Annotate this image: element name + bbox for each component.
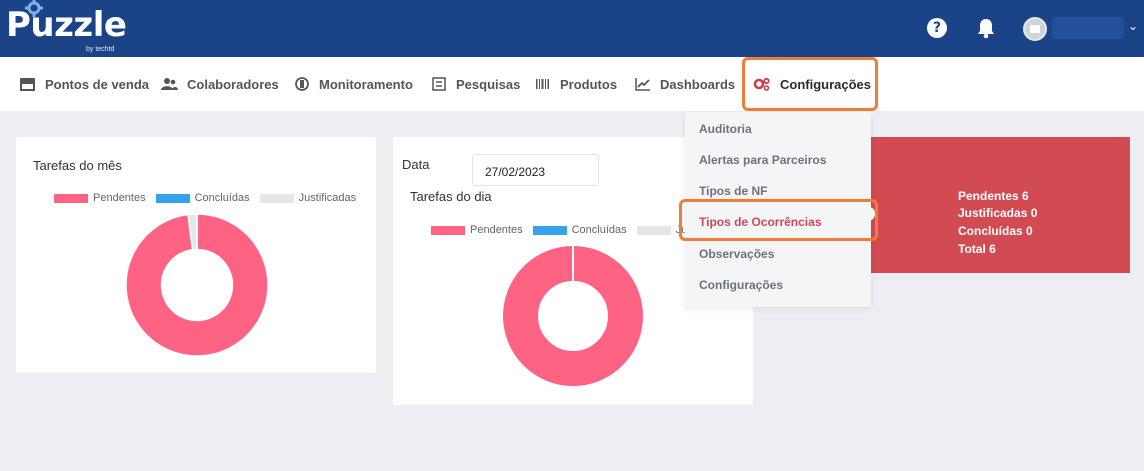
menu-item-tipos-nf[interactable]: Tipos de NF (699, 184, 767, 198)
legend-item[interactable]: Pendentes (54, 192, 146, 204)
nav-pontos-de-venda[interactable]: Pontos de venda (19, 57, 149, 111)
logo-subtitle: by techtd (86, 46, 115, 53)
nav-produtos[interactable]: Produtos (535, 57, 617, 111)
username-redacted[interactable] (1052, 17, 1124, 39)
legend-label: Pendentes (470, 224, 523, 236)
legend-swatch (54, 193, 88, 203)
chart-legend: Pendentes Concluídas Justi (431, 224, 708, 236)
avatar[interactable] (1023, 17, 1047, 41)
nav-colaboradores[interactable]: Colaboradores (161, 57, 279, 111)
logo[interactable]: Puzzle by techtd (6, 0, 127, 53)
menu-item-observacoes[interactable]: Observações (699, 247, 774, 261)
day-donut-chart[interactable] (502, 245, 644, 387)
nav-label: Dashboards (660, 76, 736, 92)
stat-justificadas: Justificadas 0 (958, 206, 1038, 220)
gear-icon (25, 0, 43, 17)
help-icon[interactable]: ? (927, 18, 947, 38)
nav-label: Produtos (560, 76, 618, 92)
nav-pesquisas[interactable]: Pesquisas (431, 57, 520, 111)
bell-icon[interactable] (976, 17, 996, 39)
legend-swatch (259, 193, 294, 203)
survey-icon (432, 77, 446, 91)
barcode-icon (536, 79, 549, 89)
legend-item[interactable]: Concluídas (155, 192, 250, 204)
nav-label: Pesquisas (456, 76, 521, 92)
legend-swatch (431, 225, 465, 235)
menu-item-configuracoes[interactable]: Configurações (699, 278, 783, 292)
month-tasks-card: Tarefas do mês Pendentes Concluídas Just… (16, 137, 376, 373)
legend-label: Pendentes (93, 192, 146, 204)
chart-legend: Pendentes Concluídas Justificadas (54, 192, 366, 204)
legend-item[interactable]: Pendentes (431, 224, 523, 236)
card-title: Tarefas do dia (410, 189, 492, 204)
legend-swatch (155, 193, 190, 203)
date-label: Data (402, 157, 430, 172)
menu-item-alertas-parceiros[interactable]: Alertas para Parceiros (699, 153, 826, 167)
nav-dashboards[interactable]: Dashboards (635, 57, 735, 111)
stat-total: Total 6 (958, 242, 996, 256)
legend-swatch (636, 225, 671, 235)
top-bar: Puzzle by techtd ? ⌄ (0, 0, 1144, 57)
chevron-down-icon[interactable]: ⌄ (1128, 19, 1138, 33)
main-nav: Pontos de venda Colaboradores Monitorame… (0, 57, 1144, 111)
stat-concluidas: Concluídas 0 (958, 224, 1033, 238)
nav-label: Monitoramento (319, 76, 413, 92)
stat-pendentes: Pendentes 6 (958, 189, 1029, 203)
month-donut-chart[interactable] (125, 213, 269, 357)
nav-label: Pontos de venda (45, 76, 150, 92)
chart-line-icon (635, 78, 650, 91)
menu-item-highlight (679, 199, 878, 241)
legend-label: Concluídas (194, 192, 250, 204)
legend-label: Concluídas (571, 224, 627, 236)
legend-item[interactable]: Concluídas (532, 224, 627, 236)
date-input[interactable]: 27/02/2023 (472, 154, 599, 186)
active-nav-highlight (742, 57, 878, 111)
nav-label: Colaboradores (187, 76, 279, 92)
nav-monitoramento[interactable]: Monitoramento (294, 57, 413, 111)
monitor-icon (295, 77, 309, 91)
legend-label: Justificadas (298, 192, 357, 204)
legend-swatch (532, 225, 567, 235)
store-icon (20, 78, 35, 91)
card-title: Tarefas do mês (33, 158, 122, 173)
legend-item[interactable]: Justificadas (259, 192, 357, 204)
users-icon (161, 78, 178, 90)
stats-card: % Pendentes 6 Justificadas 0 Concluídas … (842, 137, 1130, 273)
menu-item-auditoria[interactable]: Auditoria (699, 122, 752, 136)
